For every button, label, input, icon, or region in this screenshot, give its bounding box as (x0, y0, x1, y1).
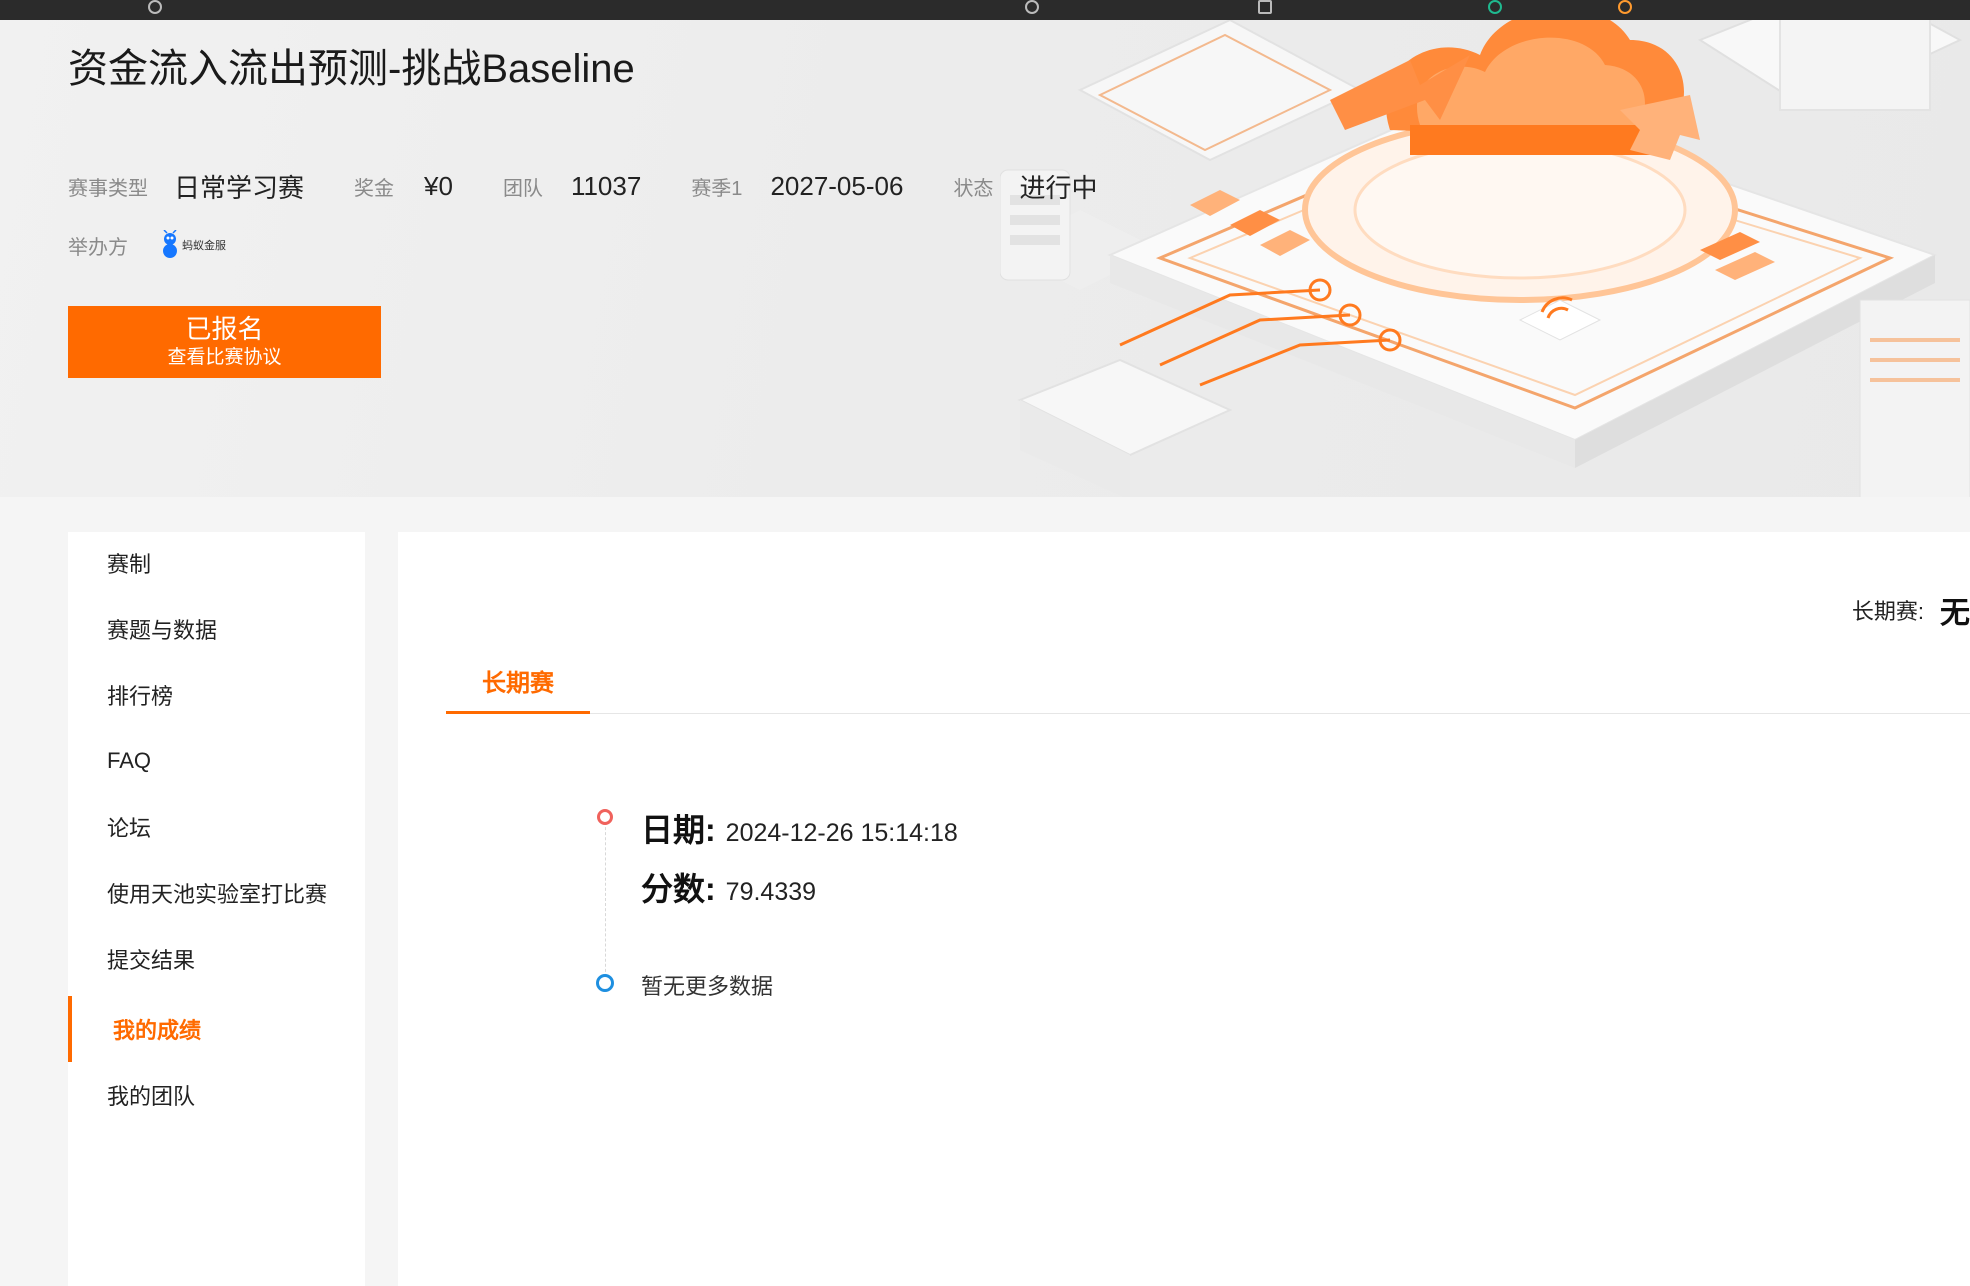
meta-label-teams: 团队 (502, 177, 543, 200)
sidebar-item-submit[interactable]: 提交结果 (68, 930, 365, 988)
sidebar-item-my-scores[interactable]: 我的成绩 (68, 996, 365, 1062)
score-key: 分数: (641, 871, 716, 907)
sidebar-item-label: 赛题与数据 (107, 618, 218, 643)
isometric-cloud-illustration (1000, 20, 1970, 497)
bookmark-item[interactable] (148, 0, 348, 20)
competition-sidebar: 赛制 赛题与数据 排行榜 FAQ 论坛 使用天池实验室打比赛 提交结果 我的成绩… (68, 532, 365, 1286)
sidebar-item-label: 提交结果 (107, 948, 196, 973)
sidebar-item-faq[interactable]: FAQ (68, 732, 365, 790)
sidebar-item-leaderboard[interactable]: 排行榜 (68, 666, 365, 724)
bookmark-item[interactable] (1258, 0, 1433, 20)
organizer-label: 举办方 (68, 236, 128, 259)
page-icon (1258, 0, 1272, 14)
globe-icon (1025, 0, 1039, 14)
tab-long-term[interactable]: 长期赛 (446, 650, 590, 714)
season-value: 无 (1940, 597, 1970, 630)
meta-value-type: 日常学习赛 (174, 172, 305, 203)
timeline-dot-icon (597, 809, 613, 825)
sidebar-item-label: 赛制 (107, 552, 152, 577)
sidebar-item-tianchi-lab[interactable]: 使用天池实验室打比赛 (68, 864, 365, 922)
bookmark-item[interactable] (1618, 0, 1688, 20)
meta-value-prize: ¥0 (424, 170, 453, 201)
signed-up-button[interactable]: 已报名 查看比赛协议 (68, 306, 381, 378)
browser-bookmark-bar (0, 0, 1970, 20)
timeline-end-dot-icon (596, 974, 614, 992)
season-label: 长期赛: (1851, 599, 1924, 624)
sidebar-item-forum[interactable]: 论坛 (68, 798, 365, 856)
organizer-logo-text: 蚂蚁金服 (182, 240, 226, 252)
sidebar-item-label: 排行榜 (107, 684, 174, 709)
meta-value-season: 2027-05-06 (770, 170, 904, 201)
meta-value-status: 进行中 (1019, 172, 1098, 203)
score-value-row: 分数: 79.4339 (641, 864, 816, 910)
no-more-data-text: 暂无更多数据 (641, 974, 774, 999)
bookmark-item[interactable] (0, 0, 80, 20)
view-agreement-link[interactable]: 查看比赛协议 (167, 345, 281, 371)
sidebar-item-label: 我的成绩 (113, 1018, 202, 1043)
ant-logo-icon (163, 230, 177, 258)
meta-label-type: 赛事类型 (68, 177, 148, 200)
meta-label-season: 赛季1 (691, 177, 743, 200)
competition-meta: 赛事类型 日常学习赛 奖金 ¥0 团队 11037 赛季1 2027-05-06… (68, 168, 1097, 204)
sidebar-item-label: 使用天池实验室打比赛 (107, 882, 328, 907)
meta-label-status: 状态 (953, 177, 994, 200)
meta-label-prize: 奖金 (354, 177, 395, 200)
scores-panel: 长期赛: 无 长期赛 日期: 2024-12-26 15:14:18 分数: 7… (398, 532, 1970, 1286)
bookmark-item[interactable] (1025, 0, 1215, 20)
globe-icon (148, 0, 162, 14)
date-value: 2024-12-26 15:14:18 (725, 819, 958, 847)
sidebar-item-label: FAQ (107, 748, 152, 773)
page-title: 资金流入流出预测-挑战Baseline (68, 47, 635, 91)
bookmark-item[interactable] (1488, 0, 1588, 20)
signed-up-label: 已报名 (185, 314, 264, 344)
organizer-row: 举办方 蚂蚁金服 (68, 230, 226, 260)
sidebar-item-rules[interactable]: 赛制 (68, 534, 365, 592)
sidebar-item-my-team[interactable]: 我的团队 (68, 1066, 365, 1124)
organizer-logo[interactable]: 蚂蚁金服 (160, 230, 226, 260)
score-value: 79.4339 (725, 878, 817, 906)
bookmark-item[interactable] (730, 0, 890, 20)
season-info: 长期赛: 无 (1852, 588, 1970, 632)
sidebar-item-label: 我的团队 (107, 1084, 196, 1109)
tabs-divider (446, 713, 1970, 714)
competition-banner: 资金流入流出预测-挑战Baseline 赛事类型 日常学习赛 奖金 ¥0 团队 … (0, 20, 1970, 497)
timeline-connector (605, 822, 606, 982)
bookmark-item[interactable] (962, 0, 1002, 20)
date-key: 日期: (641, 812, 716, 848)
bookmark-item[interactable] (380, 0, 530, 20)
bookmark-item[interactable] (1848, 0, 1908, 20)
score-date-row: 日期: 2024-12-26 15:14:18 (641, 805, 958, 851)
bookmark-icon (1618, 0, 1632, 14)
meta-value-teams: 11037 (570, 170, 642, 201)
bookmark-icon (1488, 0, 1502, 14)
sidebar-item-label: 论坛 (107, 816, 152, 841)
sidebar-item-data[interactable]: 赛题与数据 (68, 600, 365, 658)
tab-label: 长期赛 (482, 670, 554, 697)
bookmark-item[interactable] (555, 0, 685, 20)
